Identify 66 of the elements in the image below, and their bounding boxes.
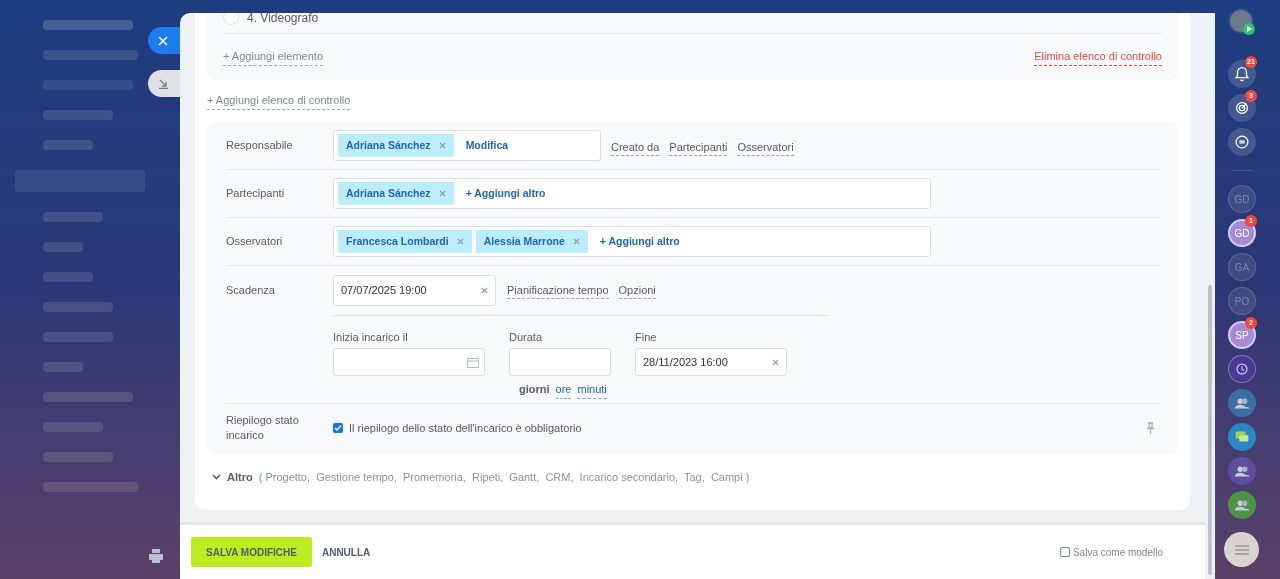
sidebar-group-button[interactable] bbox=[1228, 491, 1256, 519]
add-person-link[interactable]: + Aggiungi altro bbox=[465, 185, 546, 202]
menu-icon bbox=[1234, 544, 1249, 555]
field-label: Riepilogo stato incarico bbox=[226, 413, 300, 443]
save-button[interactable]: SALVA MODIFICHE bbox=[191, 537, 312, 567]
status-dot bbox=[1243, 23, 1255, 35]
sidebar-activity-button[interactable] bbox=[1228, 94, 1256, 122]
cancel-button[interactable]: ANNULLA bbox=[311, 537, 381, 567]
field-label: Durata bbox=[509, 330, 544, 345]
collapse-arrow-icon bbox=[158, 78, 169, 89]
field-label: Scadenza bbox=[226, 283, 276, 298]
deadline-field[interactable]: 07/07/2025 19:00 bbox=[333, 275, 496, 306]
printer-icon[interactable] bbox=[149, 549, 163, 563]
role-link[interactable]: Partecipanti bbox=[669, 138, 728, 157]
person-tag: Adriana Sánchez bbox=[338, 134, 454, 157]
field-label: Partecipanti bbox=[226, 186, 286, 201]
checklist-item-checkbox[interactable] bbox=[223, 13, 239, 25]
clear-icon[interactable] bbox=[772, 358, 779, 366]
template-label: Salva come modello bbox=[1072, 545, 1163, 560]
duration-unit-tab[interactable]: ore bbox=[555, 381, 572, 399]
sidebar-messages-button[interactable] bbox=[1228, 423, 1256, 451]
scrollbar[interactable] bbox=[1208, 285, 1212, 575]
field-label: Inizia incarico il bbox=[333, 330, 409, 345]
field-label: Responsabile bbox=[226, 138, 294, 153]
start-date-field[interactable] bbox=[333, 348, 485, 376]
clear-icon[interactable] bbox=[481, 287, 488, 294]
add-item-link[interactable]: + Aggiungi elemento bbox=[223, 48, 323, 66]
more-toggle[interactable]: Altro bbox=[227, 468, 253, 486]
chevron-down-icon[interactable] bbox=[212, 474, 221, 480]
field-label: Osservatori bbox=[226, 234, 284, 249]
role-link[interactable]: Osservatori bbox=[737, 138, 794, 157]
sidebar-bell-button[interactable] bbox=[1228, 60, 1256, 88]
template-checkbox[interactable] bbox=[1059, 547, 1070, 557]
chat-icon bbox=[1233, 133, 1251, 151]
sidebar-group-button[interactable] bbox=[1228, 457, 1256, 485]
role-link[interactable]: Creato da bbox=[611, 138, 660, 157]
duration-field[interactable] bbox=[509, 348, 611, 376]
sidebar-chat-button[interactable] bbox=[1228, 128, 1256, 156]
field-label: Fine bbox=[635, 330, 658, 345]
responsible-field[interactable]: Adriana Sánchez Modifica bbox=[333, 130, 601, 161]
status-summary-checkbox[interactable] bbox=[333, 423, 343, 433]
sidebar-group-button[interactable] bbox=[1228, 389, 1256, 417]
add-checklist-link[interactable]: + Aggiungi elenco di controllo bbox=[207, 92, 351, 110]
duration-unit-tab[interactable]: minuti bbox=[577, 381, 607, 399]
person-tag: Adriana Sánchez bbox=[338, 182, 454, 205]
deadline-option-link[interactable]: Pianificazione tempo bbox=[507, 281, 609, 300]
checklist-item: 4. Videografo bbox=[247, 13, 319, 25]
deadline-option-link[interactable]: Opzioni bbox=[618, 281, 656, 300]
end-date-field[interactable]: 28/11/2023 16:00 bbox=[635, 348, 787, 376]
status-summary-label: Il riepilogo dello stato dell'incarico è obbligatorio bbox=[349, 420, 582, 436]
person-tag: Alessia Marrone bbox=[475, 230, 588, 253]
person-tag: Francesca Lombardi bbox=[338, 230, 472, 253]
more-sections: ( Progetto, Gestione tempo, Promemoria, Ripeti, Gantt, CRM, Incarico secondario, Tag, Campi ) bbox=[258, 468, 750, 486]
bell-icon bbox=[1233, 65, 1251, 83]
menu-button[interactable] bbox=[1224, 532, 1259, 567]
minimize-button[interactable] bbox=[148, 70, 180, 97]
close-button[interactable] bbox=[148, 27, 180, 54]
target-icon bbox=[1233, 99, 1251, 117]
add-person-link[interactable]: Modifica bbox=[465, 137, 509, 154]
observers-field[interactable]: Francesca Lombardi Alessia Marrone + Aggiungi altro bbox=[333, 226, 931, 257]
sidebar-sync-button[interactable] bbox=[1228, 355, 1256, 383]
duration-unit-tab[interactable]: giorni bbox=[519, 381, 550, 399]
close-icon bbox=[158, 35, 168, 46]
delete-checklist-link[interactable]: Elimina elenco di controllo bbox=[1034, 48, 1162, 66]
participants-field[interactable]: Adriana Sánchez + Aggiungi altro bbox=[333, 178, 931, 209]
add-person-link[interactable]: + Aggiungi altro bbox=[599, 233, 680, 250]
